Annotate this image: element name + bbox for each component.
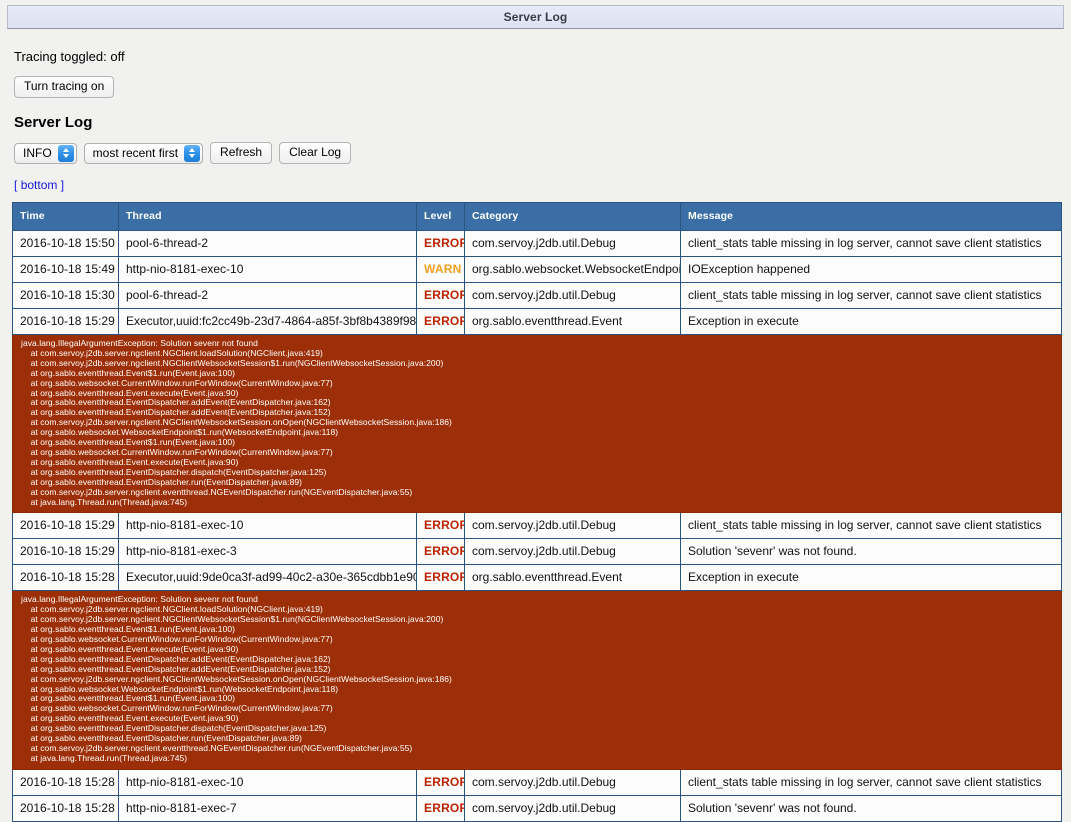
log-cell-time: 2016-10-18 15:28 [12, 794, 119, 822]
log-cell-time: 2016-10-18 15:28 [12, 768, 119, 796]
log-cell-level: ERROR [416, 282, 465, 309]
log-cell-time: 2016-10-18 15:29 [12, 308, 119, 335]
window-title: Server Log [503, 10, 568, 24]
turn-tracing-on-button[interactable]: Turn tracing on [14, 76, 115, 98]
log-cell-thread: http-nio-8181-exec-7 [118, 794, 417, 822]
log-cell-message: client_stats table missing in log server… [680, 768, 1062, 796]
table-row[interactable]: 2016-10-18 15:29 Executor,uuid:fc2cc49b-2… [12, 308, 1062, 335]
bracket-open: [ [14, 178, 18, 192]
column-header-category[interactable]: Category [464, 202, 681, 231]
refresh-button[interactable]: Refresh [210, 142, 273, 164]
bottom-link[interactable]: bottom [21, 178, 58, 192]
log-order-select[interactable]: most recent first [83, 142, 204, 164]
log-cell-time: 2016-10-18 15:50 [12, 230, 119, 257]
log-cell-thread: http-nio-8181-exec-10 [118, 768, 417, 796]
log-cell-thread: http-nio-8181-exec-10 [118, 256, 417, 283]
server-log-table: Time Thread Level Category Message 2016-… [12, 202, 1062, 822]
tracing-status-text: Tracing toggled: off [14, 49, 125, 64]
page-content: Tracing toggled: off Turn tracing on Ser… [0, 29, 1071, 822]
log-cell-thread: http-nio-8181-exec-10 [118, 512, 417, 540]
log-cell-category: org.sablo.eventthread.Event [464, 564, 681, 592]
bracket-close: ] [60, 178, 65, 192]
log-cell-level: ERROR [416, 564, 465, 592]
column-header-time[interactable]: Time [12, 202, 119, 231]
log-cell-category: org.sablo.eventthread.Event [464, 308, 681, 335]
log-cell-thread: pool-6-thread-2 [118, 230, 417, 257]
log-cell-thread: http-nio-8181-exec-3 [118, 538, 417, 566]
log-table-header-row: Time Thread Level Category Message [12, 202, 1062, 231]
log-cell-message: client_stats table missing in log server… [680, 512, 1062, 540]
log-cell-level: ERROR [416, 512, 465, 540]
log-cell-thread: Executor,uuid:9de0ca3f-ad99-40c2-a30e-36… [118, 564, 417, 592]
log-cell-time: 2016-10-18 15:30 [12, 282, 119, 309]
log-cell-message: IOException happened [680, 256, 1062, 283]
log-cell-category: com.servoy.j2db.util.Debug [464, 538, 681, 566]
stacktrace-text: java.lang.IllegalArgumentException: Solu… [21, 594, 452, 763]
log-cell-level: ERROR [416, 794, 465, 822]
server-log-window: Server Log Tracing toggled: off Turn tra… [0, 5, 1071, 822]
log-cell-level: ERROR [416, 538, 465, 566]
column-header-message[interactable]: Message [680, 202, 1062, 231]
log-order-select-value: most recent first [92, 146, 179, 160]
log-level-select[interactable]: INFO [14, 142, 77, 164]
stacktrace-cell: java.lang.IllegalArgumentException: Solu… [12, 590, 1062, 770]
log-cell-category: com.servoy.j2db.util.Debug [464, 768, 681, 796]
jump-to-bottom-link[interactable]: [ bottom ] [14, 178, 1061, 192]
chevron-updown-icon[interactable] [184, 144, 201, 162]
log-cell-level: ERROR [416, 308, 465, 335]
log-cell-level: ERROR [416, 768, 465, 796]
log-cell-thread: Executor,uuid:fc2cc49b-23d7-4864-a85f-3b… [118, 308, 417, 335]
table-row[interactable]: 2016-10-18 15:28 Executor,uuid:9de0ca3f-a… [12, 564, 1062, 592]
table-row[interactable]: 2016-10-18 15:28 http-nio-8181-exec-7 ERRO… [12, 794, 1062, 822]
clear-log-button[interactable]: Clear Log [279, 142, 352, 164]
log-cell-category: com.servoy.j2db.util.Debug [464, 282, 681, 309]
table-row[interactable]: 2016-10-18 15:50 pool-6-thread-2 ERROR com.… [12, 230, 1062, 257]
log-cell-message: Exception in execute [680, 564, 1062, 592]
column-header-thread[interactable]: Thread [118, 202, 417, 231]
log-cell-level: ERROR [416, 230, 465, 257]
table-row[interactable]: 2016-10-18 15:29 http-nio-8181-exec-10 ERR… [12, 512, 1062, 540]
stacktrace-cell: java.lang.IllegalArgumentException: Solu… [12, 333, 1062, 514]
log-table-head: Time Thread Level Category Message [12, 202, 1062, 231]
log-level-select-value: INFO [23, 146, 52, 160]
column-header-level[interactable]: Level [416, 202, 465, 231]
log-cell-time: 2016-10-18 15:29 [12, 512, 119, 540]
log-cell-category: com.servoy.j2db.util.Debug [464, 230, 681, 257]
window-titlebar: Server Log [7, 5, 1064, 29]
log-cell-category: org.sablo.websocket.WebsocketEndpoint [464, 256, 681, 283]
table-row[interactable]: 2016-10-18 15:30 pool-6-thread-2 ERROR com.… [12, 282, 1062, 309]
log-cell-category: com.servoy.j2db.util.Debug [464, 512, 681, 540]
stacktrace-row: java.lang.IllegalArgumentException: Solu… [12, 590, 1062, 770]
table-row[interactable]: 2016-10-18 15:49 http-nio-8181-exec-10 WAR… [12, 256, 1062, 283]
log-cell-time: 2016-10-18 15:29 [12, 538, 119, 566]
log-cell-message: Solution 'sevenr' was not found. [680, 794, 1062, 822]
log-toolbar: INFO most recent first Refresh Clear Log [14, 142, 1061, 164]
stacktrace-row: java.lang.IllegalArgumentException: Solu… [12, 333, 1062, 514]
log-cell-message: client_stats table missing in log server… [680, 230, 1062, 257]
log-cell-thread: pool-6-thread-2 [118, 282, 417, 309]
log-cell-time: 2016-10-18 15:49 [12, 256, 119, 283]
stacktrace-text: java.lang.IllegalArgumentException: Solu… [21, 338, 452, 507]
log-table-body: 2016-10-18 15:50 pool-6-thread-2 ERROR com.… [12, 230, 1062, 822]
log-cell-message: Exception in execute [680, 308, 1062, 335]
log-cell-message: Solution 'sevenr' was not found. [680, 538, 1062, 566]
log-cell-time: 2016-10-18 15:28 [12, 564, 119, 592]
page-title: Server Log [14, 114, 93, 131]
log-cell-message: client_stats table missing in log server… [680, 282, 1062, 309]
log-cell-level: WARN [416, 256, 465, 283]
chevron-updown-icon[interactable] [57, 144, 74, 162]
table-row[interactable]: 2016-10-18 15:29 http-nio-8181-exec-3 ERRO… [12, 538, 1062, 566]
table-row[interactable]: 2016-10-18 15:28 http-nio-8181-exec-10 ERR… [12, 768, 1062, 796]
log-cell-category: com.servoy.j2db.util.Debug [464, 794, 681, 822]
